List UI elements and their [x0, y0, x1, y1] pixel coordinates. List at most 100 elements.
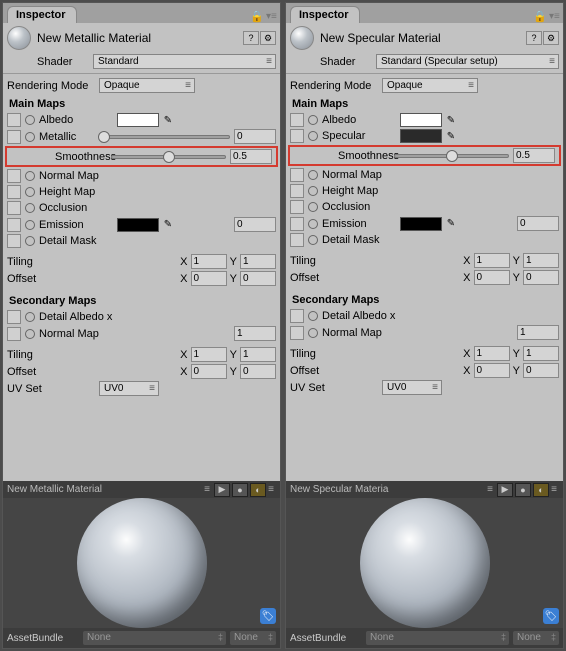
normal2-toggle[interactable] — [308, 328, 318, 338]
preview-menu-icon[interactable]: ≡ — [485, 484, 495, 495]
emission-color[interactable] — [400, 217, 442, 231]
offset-y[interactable]: 0 — [240, 271, 276, 286]
tiling2-y[interactable]: 1 — [240, 347, 276, 362]
offset-x[interactable]: 0 — [474, 270, 510, 285]
albedo-texture-slot[interactable] — [290, 113, 304, 127]
workflow-toggle[interactable] — [25, 132, 35, 142]
tiling-x[interactable]: 1 — [191, 254, 227, 269]
eyedropper-icon[interactable]: ✎ — [161, 218, 175, 232]
workflow-slider[interactable] — [103, 135, 230, 139]
assetbundle-variant-dropdown[interactable]: None — [230, 631, 276, 645]
inspector-tab[interactable]: Inspector — [290, 6, 360, 23]
detailmask-toggle[interactable] — [308, 235, 318, 245]
tag-icon[interactable]: 🏷 — [260, 608, 276, 624]
emission-toggle[interactable] — [308, 219, 318, 229]
light-icon[interactable]: ◐ — [533, 483, 549, 497]
albedo-toggle[interactable] — [308, 115, 318, 125]
settings-gear-icon[interactable]: ⚙ — [543, 31, 559, 45]
height-toggle[interactable] — [308, 186, 318, 196]
smoothness-value[interactable]: 0.5 — [230, 149, 272, 164]
light-icon[interactable]: ◐ — [250, 483, 266, 497]
normal2-toggle[interactable] — [25, 329, 35, 339]
detailmask-texture-slot[interactable] — [290, 233, 304, 247]
height-texture-slot[interactable] — [290, 184, 304, 198]
tiling2-x[interactable]: 1 — [191, 347, 227, 362]
detail-albedo-toggle[interactable] — [308, 311, 318, 321]
detail-albedo-texture-slot[interactable] — [7, 310, 21, 324]
play-icon[interactable]: ▶ — [214, 483, 230, 497]
smoothness-value[interactable]: 0.5 — [513, 148, 555, 163]
offset2-x[interactable]: 0 — [191, 364, 227, 379]
tiling2-y[interactable]: 1 — [523, 346, 559, 361]
tiling-x[interactable]: 1 — [474, 253, 510, 268]
panel-menu-icon[interactable]: ▾≡ — [549, 11, 559, 22]
tiling-y[interactable]: 1 — [523, 253, 559, 268]
lock-icon[interactable]: 🔒 — [250, 10, 264, 23]
height-texture-slot[interactable] — [7, 185, 21, 199]
lock-icon[interactable]: 🔒 — [533, 10, 547, 23]
assetbundle-variant-dropdown[interactable]: None — [513, 631, 559, 645]
workflow-toggle[interactable] — [308, 131, 318, 141]
workflow-value[interactable]: 0 — [234, 129, 276, 144]
height-toggle[interactable] — [25, 187, 35, 197]
detailmask-toggle[interactable] — [25, 236, 35, 246]
emission-toggle[interactable] — [25, 220, 35, 230]
emission-texture-slot[interactable] — [7, 218, 21, 232]
sphere-shape-icon[interactable]: ● — [515, 483, 531, 497]
albedo-toggle[interactable] — [25, 115, 35, 125]
preview-menu-icon[interactable]: ≡ — [202, 484, 212, 495]
sphere-shape-icon[interactable]: ● — [232, 483, 248, 497]
panel-menu-icon[interactable]: ▾≡ — [266, 11, 276, 22]
workflow-texture-slot[interactable] — [7, 130, 21, 144]
assetbundle-dropdown[interactable]: None — [83, 631, 226, 645]
emission-value[interactable]: 0 — [517, 216, 559, 231]
uvset-dropdown[interactable]: UV0 — [99, 381, 159, 396]
detail-albedo-toggle[interactable] — [25, 312, 35, 322]
preview-drag-icon[interactable]: ≡ — [549, 484, 559, 495]
occlusion-texture-slot[interactable] — [7, 201, 21, 215]
emission-color[interactable] — [117, 218, 159, 232]
detailmask-texture-slot[interactable] — [7, 234, 21, 248]
normal-texture-slot[interactable] — [7, 169, 21, 183]
uvset-dropdown[interactable]: UV0 — [382, 380, 442, 395]
smoothness-slider[interactable] — [394, 154, 509, 158]
preview-drag-icon[interactable]: ≡ — [266, 484, 276, 495]
help-button[interactable]: ? — [526, 31, 542, 45]
normal2-value[interactable]: 1 — [234, 326, 276, 341]
occlusion-texture-slot[interactable] — [290, 200, 304, 214]
normal-toggle[interactable] — [308, 170, 318, 180]
albedo-texture-slot[interactable] — [7, 113, 21, 127]
tiling-y[interactable]: 1 — [240, 254, 276, 269]
material-preview[interactable]: 🏷 — [286, 498, 563, 628]
offset-x[interactable]: 0 — [191, 271, 227, 286]
normal2-value[interactable]: 1 — [517, 325, 559, 340]
emission-texture-slot[interactable] — [290, 217, 304, 231]
offset2-y[interactable]: 0 — [523, 363, 559, 378]
shader-dropdown[interactable]: Standard — [93, 54, 276, 69]
settings-gear-icon[interactable]: ⚙ — [260, 31, 276, 45]
tiling2-x[interactable]: 1 — [474, 346, 510, 361]
offset2-y[interactable]: 0 — [240, 364, 276, 379]
albedo-color[interactable] — [400, 113, 442, 127]
eyedropper-icon[interactable]: ✎ — [444, 113, 458, 127]
play-icon[interactable]: ▶ — [497, 483, 513, 497]
smoothness-slider[interactable] — [111, 155, 226, 159]
detail-albedo-texture-slot[interactable] — [290, 309, 304, 323]
rendering-mode-dropdown[interactable]: Opaque — [99, 78, 195, 93]
inspector-tab[interactable]: Inspector — [7, 6, 77, 23]
offset2-x[interactable]: 0 — [474, 363, 510, 378]
occlusion-toggle[interactable] — [308, 202, 318, 212]
normal2-texture-slot[interactable] — [290, 326, 304, 340]
normal-texture-slot[interactable] — [290, 168, 304, 182]
albedo-color[interactable] — [117, 113, 159, 127]
eyedropper-icon[interactable]: ✎ — [161, 113, 175, 127]
normal2-texture-slot[interactable] — [7, 327, 21, 341]
occlusion-toggle[interactable] — [25, 203, 35, 213]
help-button[interactable]: ? — [243, 31, 259, 45]
offset-y[interactable]: 0 — [523, 270, 559, 285]
eyedropper-icon[interactable]: ✎ — [444, 217, 458, 231]
normal-toggle[interactable] — [25, 171, 35, 181]
assetbundle-dropdown[interactable]: None — [366, 631, 509, 645]
workflow-texture-slot[interactable] — [290, 129, 304, 143]
tag-icon[interactable]: 🏷 — [543, 608, 559, 624]
